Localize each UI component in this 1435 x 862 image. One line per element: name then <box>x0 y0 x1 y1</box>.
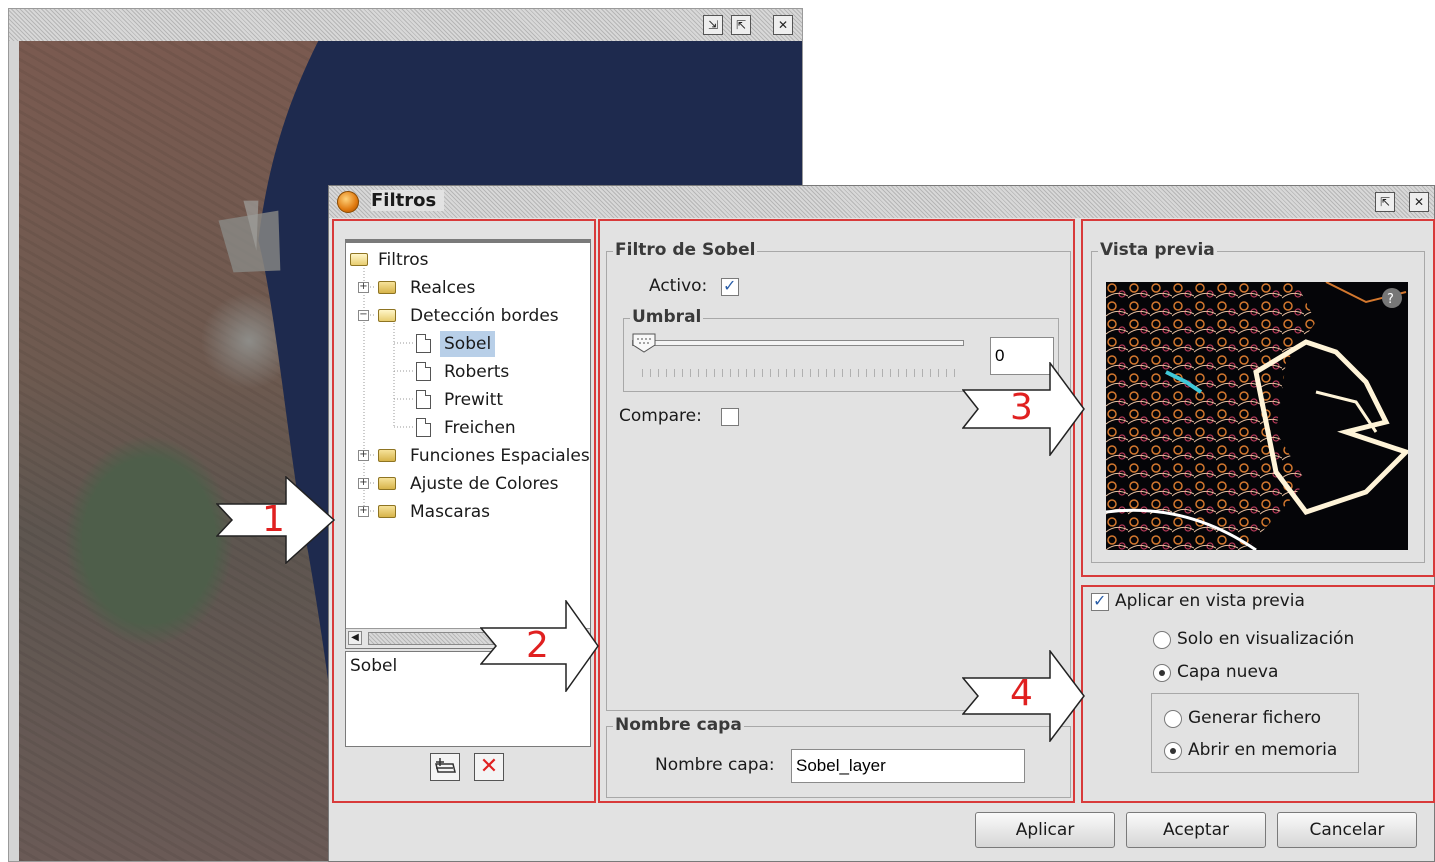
preview-panel: Vista previa ? <box>1081 219 1435 577</box>
tree-item-mascaras[interactable]: + Mascaras <box>358 499 590 525</box>
callout-number: 2 <box>526 625 549 666</box>
scroll-left-icon[interactable]: ◀ <box>348 631 362 645</box>
list-item[interactable]: Sobel <box>350 656 397 676</box>
folder-open-icon <box>378 309 396 322</box>
tree-item-sobel[interactable]: Sobel <box>416 331 590 357</box>
folder-icon <box>378 477 396 490</box>
expand-plus-icon[interactable]: + <box>358 478 369 489</box>
layer-name-label: Nombre capa: <box>655 755 775 775</box>
maximize-icon[interactable]: ⇱ <box>731 15 751 35</box>
tree-item-label: Mascaras <box>410 502 490 522</box>
group-title: Filtro de Sobel <box>613 240 758 260</box>
sobel-filter-group: Filtro de Sobel Activo: Umbral Compare: <box>606 240 1071 711</box>
open-memory-radio[interactable] <box>1164 742 1182 760</box>
collapse-minus-icon[interactable]: − <box>358 310 369 321</box>
tree-item-ajuste-de-colores[interactable]: + Ajuste de Colores <box>358 471 590 497</box>
only-view-radio[interactable] <box>1153 631 1171 649</box>
folder-icon <box>378 505 396 518</box>
tree-item-label: Realces <box>410 278 476 298</box>
active-checkbox[interactable] <box>721 276 739 296</box>
tree-item-label: Ajuste de Colores <box>410 474 559 494</box>
new-layer-label: Capa nueva <box>1177 662 1279 682</box>
generate-file-label: Generar fichero <box>1188 708 1321 728</box>
folder-open-icon <box>350 253 368 266</box>
tree-item-funciones-espaciales[interactable]: + Funciones Espaciales <box>358 443 590 469</box>
callout-arrow-2: 2 <box>479 598 600 697</box>
new-layer-radio[interactable] <box>1153 664 1171 682</box>
expand-plus-icon[interactable]: + <box>358 506 369 517</box>
close-icon[interactable]: ✕ <box>1409 192 1429 212</box>
expand-plus-icon[interactable]: + <box>358 450 369 461</box>
tree-root-label: Filtros <box>378 250 429 270</box>
threshold-slider-track[interactable] <box>632 340 964 346</box>
apply-preview-checkbox[interactable] <box>1091 591 1109 611</box>
close-icon[interactable]: ✕ <box>773 15 793 35</box>
dialog-title: Filtros <box>371 190 445 211</box>
file-icon <box>416 390 431 409</box>
cancel-button[interactable]: Cancelar <box>1277 812 1417 848</box>
group-title: Umbral <box>630 307 704 327</box>
tree-root-filtros[interactable]: Filtros <box>350 247 590 273</box>
slider-ticks <box>642 369 962 377</box>
callout-arrow-4: 4 <box>961 648 1086 747</box>
preview-group: Vista previa ? <box>1091 240 1425 563</box>
delete-filter-button[interactable]: ✕ <box>474 753 504 781</box>
callout-arrow-3: 3 <box>961 360 1086 461</box>
add-filter-button[interactable] <box>430 753 460 781</box>
folder-icon <box>378 281 396 294</box>
preview-image: ? <box>1106 282 1408 550</box>
group-title: Nombre capa <box>613 715 744 735</box>
callout-number: 3 <box>1010 387 1033 428</box>
tree-item-label: Freichen <box>444 418 516 438</box>
file-icon <box>416 334 431 353</box>
map-titlebar: ⇲ ⇱ ✕ <box>9 9 802 41</box>
tree-item-label: Roberts <box>444 362 510 382</box>
active-label: Activo: <box>649 276 708 296</box>
layer-name-input[interactable] <box>791 749 1025 783</box>
tree-item-roberts[interactable]: Roberts <box>416 359 590 385</box>
accept-button[interactable]: Aceptar <box>1126 812 1266 848</box>
folder-icon <box>378 449 396 462</box>
tree-item-label-selected: Sobel <box>440 331 496 357</box>
callout-number: 1 <box>262 499 285 540</box>
expand-plus-icon[interactable]: + <box>358 282 369 293</box>
compare-checkbox[interactable] <box>721 408 739 426</box>
tree-item-freichen[interactable]: Freichen <box>416 415 590 441</box>
edge-preview-graphic: ? <box>1106 282 1408 550</box>
compare-label: Compare: <box>619 406 702 426</box>
tree-item-label: Funciones Espaciales <box>410 446 590 466</box>
file-icon <box>416 418 431 437</box>
generate-file-radio[interactable] <box>1164 710 1182 728</box>
group-title: Vista previa <box>1098 240 1217 260</box>
tree-item-prewitt[interactable]: Prewitt <box>416 387 590 413</box>
callout-number: 4 <box>1010 673 1033 714</box>
new-layer-options-group: Generar fichero Abrir en memoria <box>1151 693 1359 773</box>
filter-tree-panel: Filtros + Realces − Detección bordes Sob… <box>332 219 596 803</box>
apply-button[interactable]: Aplicar <box>975 812 1115 848</box>
output-options-panel: Aplicar en vista previa Solo en visualiz… <box>1081 585 1435 803</box>
svg-text:?: ? <box>1387 292 1394 307</box>
filter-tree[interactable]: Filtros + Realces − Detección bordes Sob… <box>345 239 591 649</box>
delete-icon: ✕ <box>479 754 499 779</box>
add-filter-icon <box>435 758 456 773</box>
dialog-titlebar: Filtros ⇱ ✕ <box>329 186 1434 218</box>
apply-preview-label: Aplicar en vista previa <box>1115 591 1305 611</box>
minimize-icon[interactable]: ⇲ <box>703 15 723 35</box>
tree-item-label: Prewitt <box>444 390 503 410</box>
only-view-label: Solo en visualización <box>1177 629 1355 649</box>
callout-arrow-1: 1 <box>215 475 336 569</box>
threshold-slider-thumb[interactable] <box>632 333 656 353</box>
maximize-icon[interactable]: ⇱ <box>1375 192 1395 212</box>
open-memory-label: Abrir en memoria <box>1188 740 1338 760</box>
app-logo-icon <box>337 191 359 213</box>
tree-item-label: Detección bordes <box>410 306 559 326</box>
tree-item-realces[interactable]: + Realces <box>358 275 590 301</box>
filters-dialog: Filtros ⇱ ✕ Filtros + Realces − Detecció… <box>328 185 1435 862</box>
file-icon <box>416 362 431 381</box>
tree-item-deteccion-bordes[interactable]: − Detección bordes <box>358 303 590 329</box>
